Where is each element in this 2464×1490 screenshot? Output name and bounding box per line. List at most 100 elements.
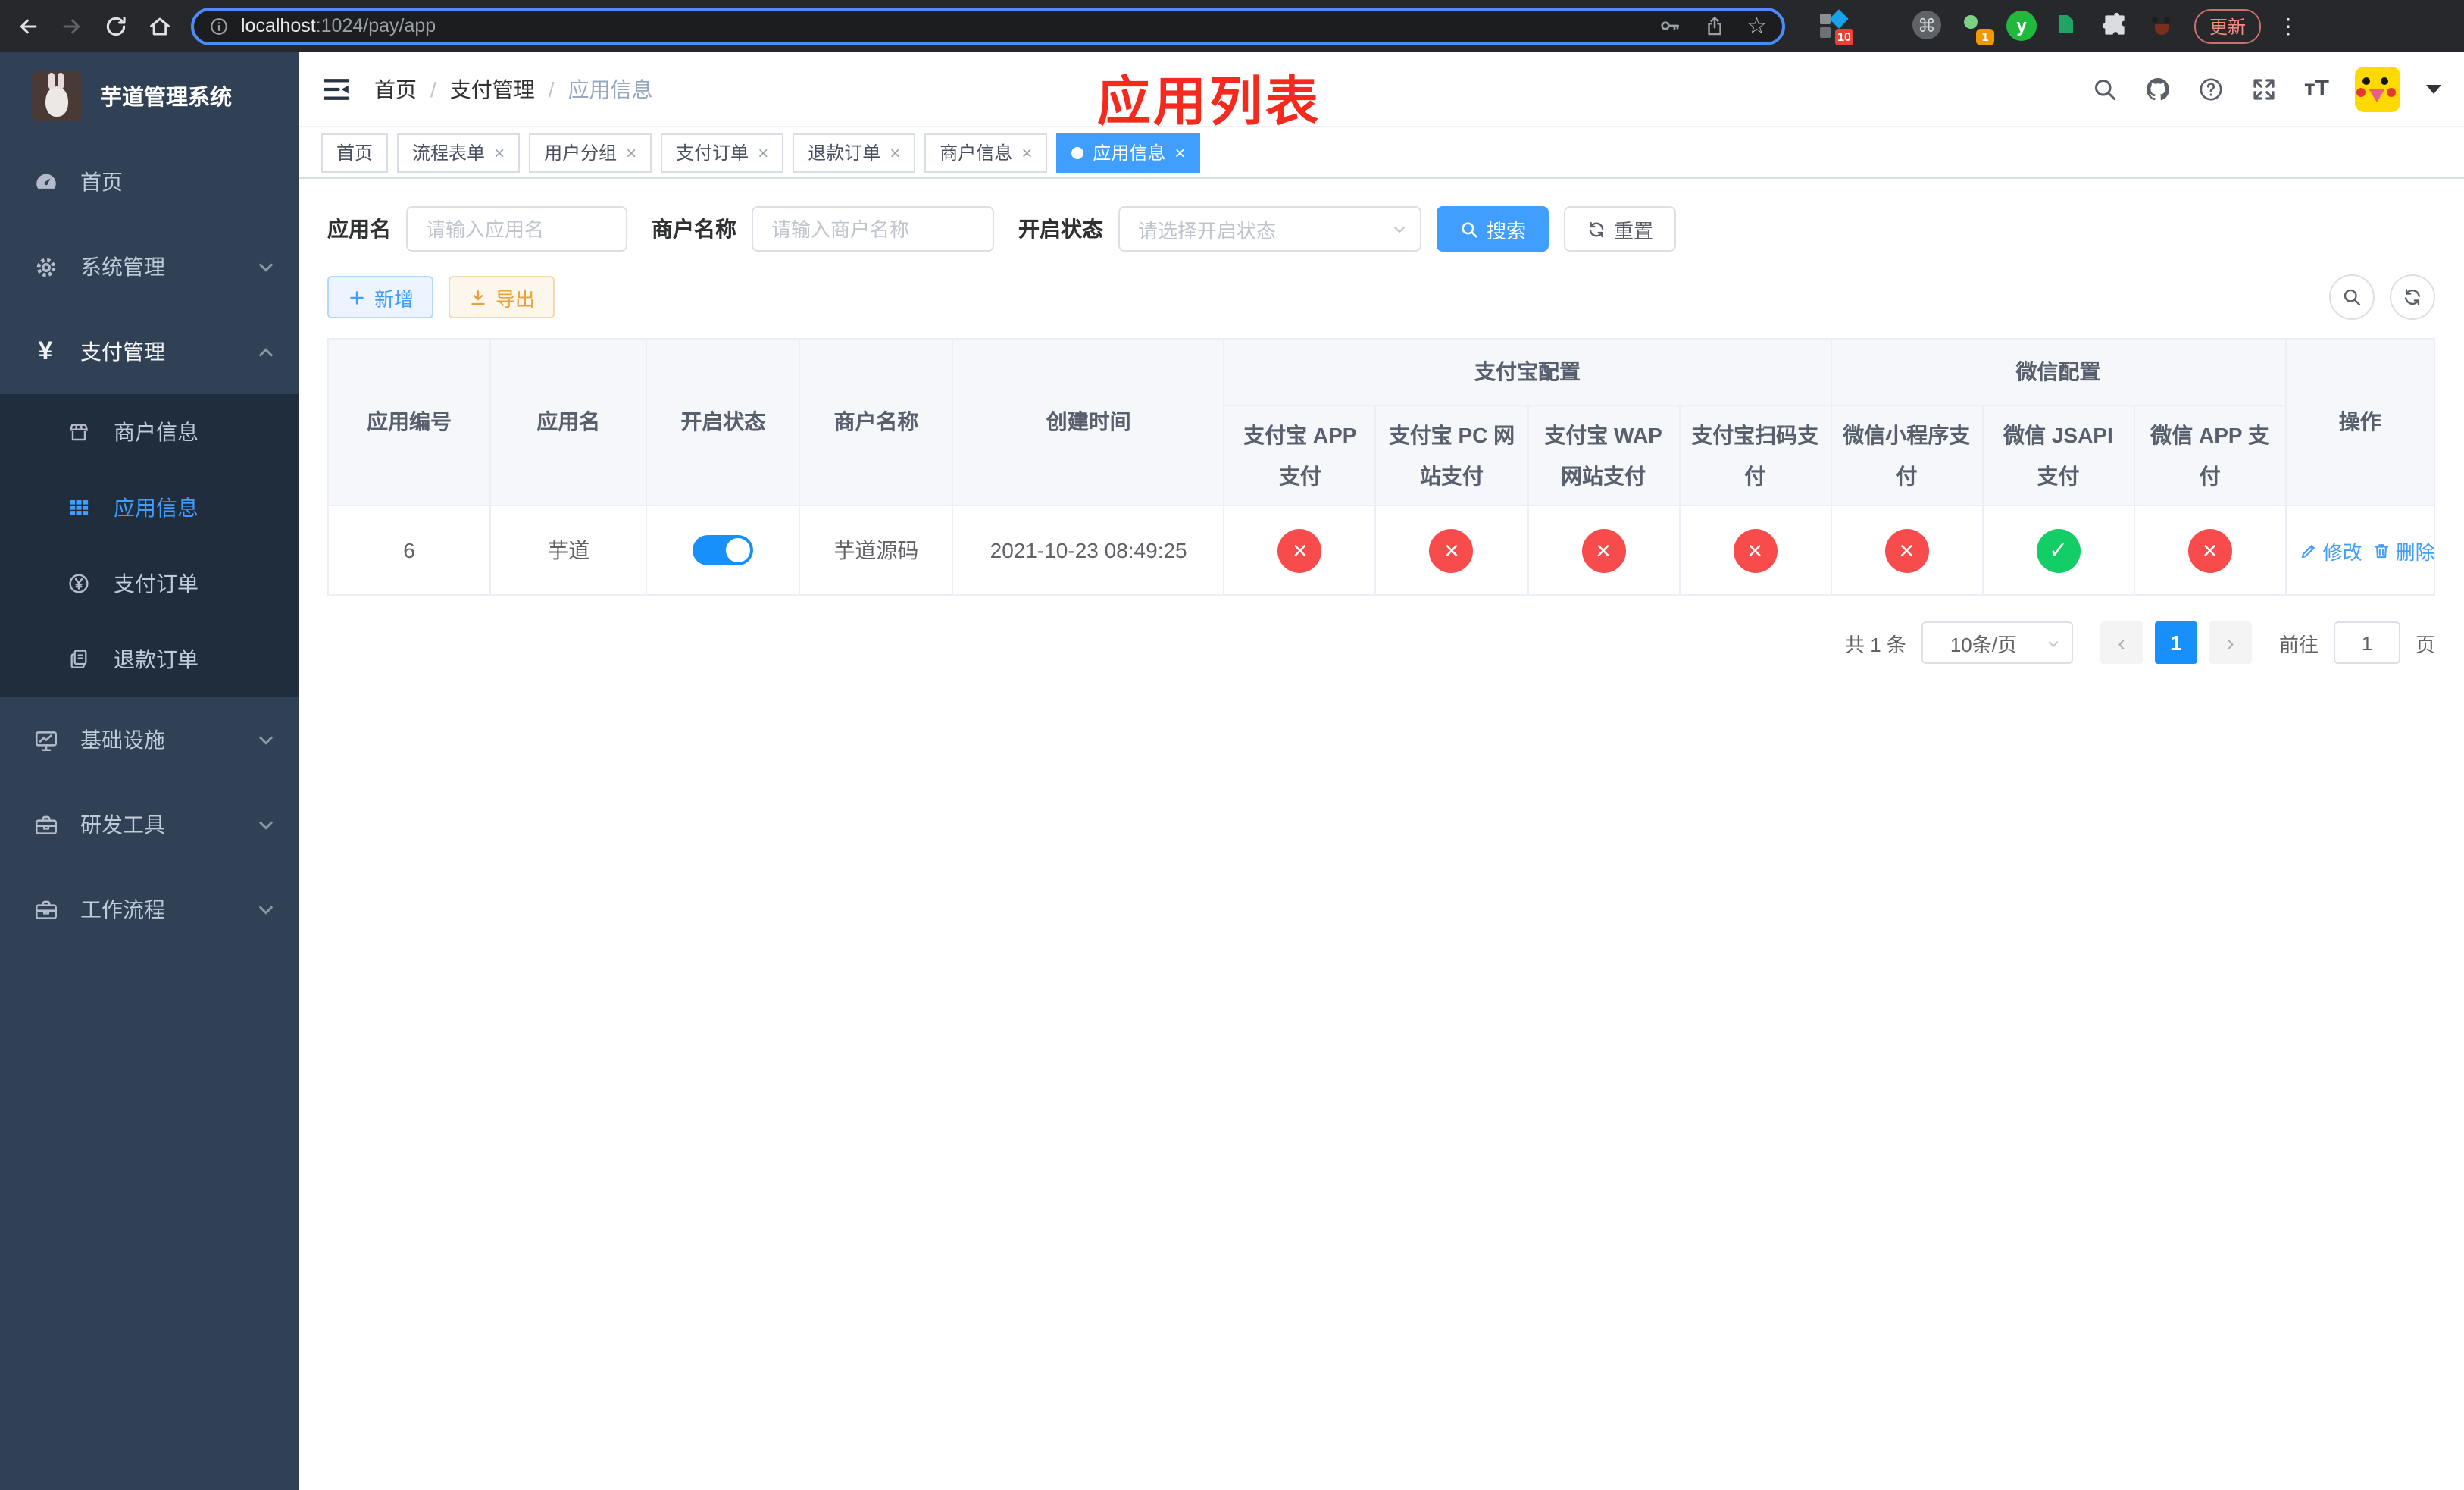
app-title: 芋道管理系统: [100, 86, 232, 110]
fullscreen-icon[interactable]: [2251, 75, 2278, 102]
user-menu-caret-icon[interactable]: [2426, 84, 2441, 93]
close-icon[interactable]: ×: [758, 143, 768, 161]
download-icon: [471, 290, 485, 305]
edit-pencil-icon: [2301, 544, 2315, 558]
sidebar-collapse-icon[interactable]: [321, 74, 352, 104]
url-bar[interactable]: localhost:1024/pay/app ☆: [191, 7, 1785, 45]
sidebar-item-workflow[interactable]: 工作流程: [0, 867, 299, 952]
export-button[interactable]: 导出: [449, 276, 555, 318]
github-icon[interactable]: [2145, 75, 2172, 102]
sidebar-item-home[interactable]: 首页: [0, 139, 299, 224]
profile-badge: 1: [1976, 29, 1994, 45]
back-icon[interactable]: [15, 13, 41, 39]
goto-label: 前往: [2278, 633, 2319, 656]
chevron-down-icon: [1393, 223, 1406, 236]
gear-icon: [32, 253, 59, 280]
tag-merchant-info[interactable]: 商户信息 ×: [924, 133, 1048, 172]
app-navbar: 首页 / 支付管理 / 应用信息 тT: [299, 52, 2464, 127]
table-row: 6 芋道 芋道源码 2021-10-23 08:49:25 × × × × × …: [327, 505, 2436, 596]
reset-button[interactable]: 重置: [1564, 206, 1677, 252]
sidebar-item-payment[interactable]: ¥ 支付管理: [0, 309, 299, 394]
profile-avatar-icon[interactable]: [2147, 11, 2178, 41]
status-label: 开启状态: [1018, 217, 1103, 241]
extension-docs-icon[interactable]: [2053, 11, 2084, 41]
tag-app-info[interactable]: 应用信息 ×: [1056, 133, 1201, 172]
sidebar: 芋道管理系统 首页 系统管理 ¥ 支付管理 商户信息 应用信息 支付订单 退款订…: [0, 52, 299, 1490]
search-icon[interactable]: [2092, 75, 2119, 102]
site-info-icon[interactable]: [209, 16, 229, 36]
url-text: localhost:1024/pay/app: [241, 15, 436, 36]
toolbox-icon: [32, 896, 59, 923]
tag-user-group[interactable]: 用户分组 ×: [529, 133, 652, 172]
font-size-icon[interactable]: тT: [2304, 76, 2329, 102]
app-name-input[interactable]: [406, 206, 627, 252]
reload-icon[interactable]: [103, 13, 129, 39]
forward-icon[interactable]: [59, 13, 85, 39]
active-dot: [1071, 146, 1084, 158]
chrome-update-button[interactable]: 更新: [2194, 8, 2262, 43]
yen-circle-icon: [65, 570, 92, 597]
page-size-select[interactable]: 10条/页: [1921, 621, 2073, 664]
search-icon: [2344, 289, 2361, 306]
next-page-button[interactable]: ›: [2209, 621, 2252, 664]
extension-kite-icon[interactable]: [1865, 11, 1896, 41]
extension-recorder-icon[interactable]: 1: [1959, 11, 1994, 45]
col-alipay-app: 支付宝 APP 支付: [1223, 405, 1377, 506]
tag-pay-order[interactable]: 支付订单 ×: [661, 133, 784, 172]
extension-yudao-icon[interactable]: y: [2006, 11, 2037, 41]
sidebar-item-infrastructure[interactable]: 基础设施: [0, 697, 299, 782]
share-icon[interactable]: [1703, 14, 1725, 37]
merchant-name-label: 商户名称: [652, 217, 736, 241]
delete-link[interactable]: 删除: [2372, 536, 2435, 565]
edit-link[interactable]: 修改: [2299, 536, 2362, 565]
col-wx-jsapi: 微信 JSAPI 支付: [1981, 405, 2135, 506]
help-icon[interactable]: [2198, 75, 2225, 102]
home-icon[interactable]: [147, 13, 173, 39]
sidebar-item-refund-order[interactable]: 退款订单: [0, 621, 299, 697]
sidebar-item-merchant-info[interactable]: 商户信息: [0, 394, 299, 470]
extension-command-icon[interactable]: ⌘: [1912, 11, 1943, 41]
close-icon[interactable]: ×: [494, 143, 505, 161]
app-name-label: 应用名: [327, 217, 391, 241]
close-icon[interactable]: ×: [1174, 143, 1185, 161]
page-unit: 页: [2415, 633, 2435, 656]
password-key-icon[interactable]: [1657, 14, 1681, 38]
breadcrumb-home[interactable]: 首页: [374, 74, 417, 104]
search-button[interactable]: 搜索: [1437, 206, 1549, 252]
tag-refund-order[interactable]: 退款订单 ×: [793, 133, 916, 172]
chevron-down-icon: [258, 258, 274, 275]
sidebar-item-app-info[interactable]: 应用信息: [0, 470, 299, 546]
tag-home[interactable]: 首页: [321, 133, 389, 172]
sidebar-item-dev-tools[interactable]: 研发工具: [0, 782, 299, 867]
cell-created: 2021-10-23 08:49:25: [952, 505, 1225, 596]
extensions-puzzle-icon[interactable]: [2100, 11, 2131, 41]
alipay-pc-status-icon: ×: [1429, 528, 1474, 572]
status-toggle[interactable]: [693, 535, 754, 565]
user-avatar[interactable]: [2355, 66, 2400, 111]
merchant-name-input[interactable]: [752, 206, 994, 252]
bookmark-star-icon[interactable]: ☆: [1746, 14, 1767, 37]
status-select[interactable]: 请选择开启状态: [1118, 206, 1421, 252]
breadcrumb-payment[interactable]: 支付管理: [450, 74, 535, 104]
extension-tiles-icon[interactable]: 10: [1818, 9, 1853, 45]
close-icon[interactable]: ×: [626, 143, 636, 161]
col-alipay-qr: 支付宝扫码支付: [1678, 405, 1832, 506]
sidebar-item-system[interactable]: 系统管理: [0, 224, 299, 309]
close-icon[interactable]: ×: [890, 143, 900, 161]
cell-app-id: 6: [327, 505, 492, 596]
screenshot-stage: localhost:1024/pay/app ☆ 10 ⌘ 1 y 更新 ⋮ 芋…: [0, 0, 2464, 1490]
tag-process-form[interactable]: 流程表单 ×: [397, 133, 521, 172]
sidebar-logo[interactable]: 芋道管理系统: [0, 52, 299, 139]
prev-page-button[interactable]: ‹: [2100, 621, 2143, 664]
cell-merchant: 芋道源码: [799, 505, 954, 596]
add-button[interactable]: 新增: [327, 276, 434, 318]
browser-menu-icon[interactable]: ⋮: [2278, 13, 2299, 39]
goto-page-input[interactable]: [2333, 621, 2400, 664]
toggle-search-button[interactable]: [2329, 274, 2375, 320]
refresh-table-button[interactable]: [2390, 274, 2435, 320]
pagination: 共 1 条 10条/页 ‹ 1 › 前往 页: [327, 621, 2435, 664]
col-actions: 操作: [2284, 338, 2436, 506]
page-number-1[interactable]: 1: [2154, 621, 2197, 664]
close-icon[interactable]: ×: [1021, 143, 1032, 161]
sidebar-item-pay-order[interactable]: 支付订单: [0, 546, 299, 621]
